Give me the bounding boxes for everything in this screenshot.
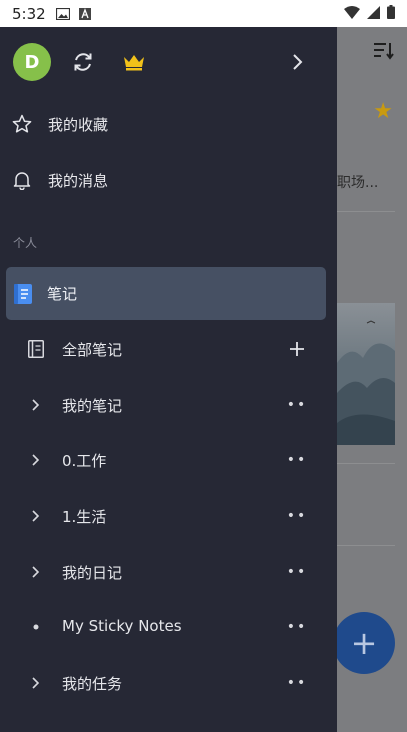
more-icon[interactable]: •• — [286, 673, 308, 693]
sync-icon[interactable] — [71, 50, 95, 74]
tree-item-label: 0.工作 — [62, 452, 107, 470]
menu-item-label: 我的收藏 — [48, 115, 109, 134]
chevron-right-icon[interactable] — [26, 562, 46, 582]
sort-icon — [373, 41, 395, 61]
bullet-icon — [26, 617, 46, 637]
tree-item-label: 全部笔记 — [62, 341, 123, 359]
notebook-outline-icon — [26, 339, 46, 359]
tree-item-tasks[interactable]: 我的任务 •• — [0, 663, 337, 703]
wifi-icon — [344, 4, 360, 23]
menu-item-messages[interactable]: 我的消息 — [0, 160, 337, 200]
chevron-right-icon[interactable] — [286, 50, 310, 74]
crown-icon[interactable] — [122, 50, 146, 74]
more-icon[interactable]: •• — [286, 562, 308, 582]
tree-item-label: My Sticky Notes — [62, 617, 182, 635]
chevron-right-icon[interactable] — [26, 450, 46, 470]
list-item-text: 职场... — [337, 175, 379, 191]
tree-item-life[interactable]: 1.生活 •• — [0, 496, 337, 536]
section-title: 个人 — [13, 236, 38, 250]
more-icon[interactable]: •• — [286, 450, 308, 470]
avatar[interactable]: D — [13, 43, 51, 81]
menu-item-favorites[interactable]: 我的收藏 — [0, 104, 337, 144]
more-icon[interactable]: •• — [286, 395, 308, 415]
tree-item-my-notes[interactable]: 我的笔记 •• — [0, 385, 337, 425]
landscape-thumbnail — [337, 303, 395, 445]
notebook-icon — [14, 283, 32, 304]
image-notification-icon — [55, 7, 70, 20]
chevron-right-icon[interactable] — [26, 506, 46, 526]
tree-item-label: 我的日记 — [62, 564, 123, 582]
tree-item-work[interactable]: 0.工作 •• — [0, 440, 337, 480]
plus-icon[interactable] — [286, 339, 308, 359]
tree-item-label: 我的笔记 — [62, 397, 123, 415]
divider — [337, 211, 395, 212]
more-icon[interactable]: •• — [286, 506, 308, 526]
tree-item-sticky-notes[interactable]: My Sticky Notes •• — [0, 607, 337, 647]
battery-icon — [387, 4, 395, 23]
tree-item-all-notes[interactable]: 全部笔记 — [0, 329, 337, 369]
status-time: 5:32 — [12, 4, 46, 23]
divider — [337, 545, 395, 546]
tree-item-diary[interactable]: 我的日记 •• — [0, 552, 337, 592]
navigation-drawer: D 我的收藏 我的消息 个人 笔记 全部笔记 我的笔记 •• 0.工作 •• 1… — [0, 27, 337, 732]
app-notification-icon — [78, 7, 92, 20]
divider — [337, 463, 395, 464]
more-icon[interactable]: •• — [286, 617, 308, 637]
signal-icon — [367, 4, 380, 23]
chevron-right-icon[interactable] — [26, 673, 46, 693]
status-bar: 5:32 — [0, 0, 407, 27]
chevron-right-icon[interactable] — [26, 395, 46, 415]
sidebar-item-label: 笔记 — [47, 285, 78, 303]
bell-icon — [12, 170, 32, 190]
add-note-fab[interactable]: + — [333, 612, 395, 674]
menu-item-label: 我的消息 — [48, 171, 109, 190]
drawer-header: D — [0, 27, 337, 97]
star-outline-icon — [12, 114, 32, 134]
tree-item-label: 我的任务 — [62, 675, 123, 693]
favorite-star-icon: ★ — [373, 99, 393, 124]
tree-item-label: 1.生活 — [62, 508, 107, 526]
sidebar-item-notes[interactable]: 笔记 — [6, 267, 326, 320]
